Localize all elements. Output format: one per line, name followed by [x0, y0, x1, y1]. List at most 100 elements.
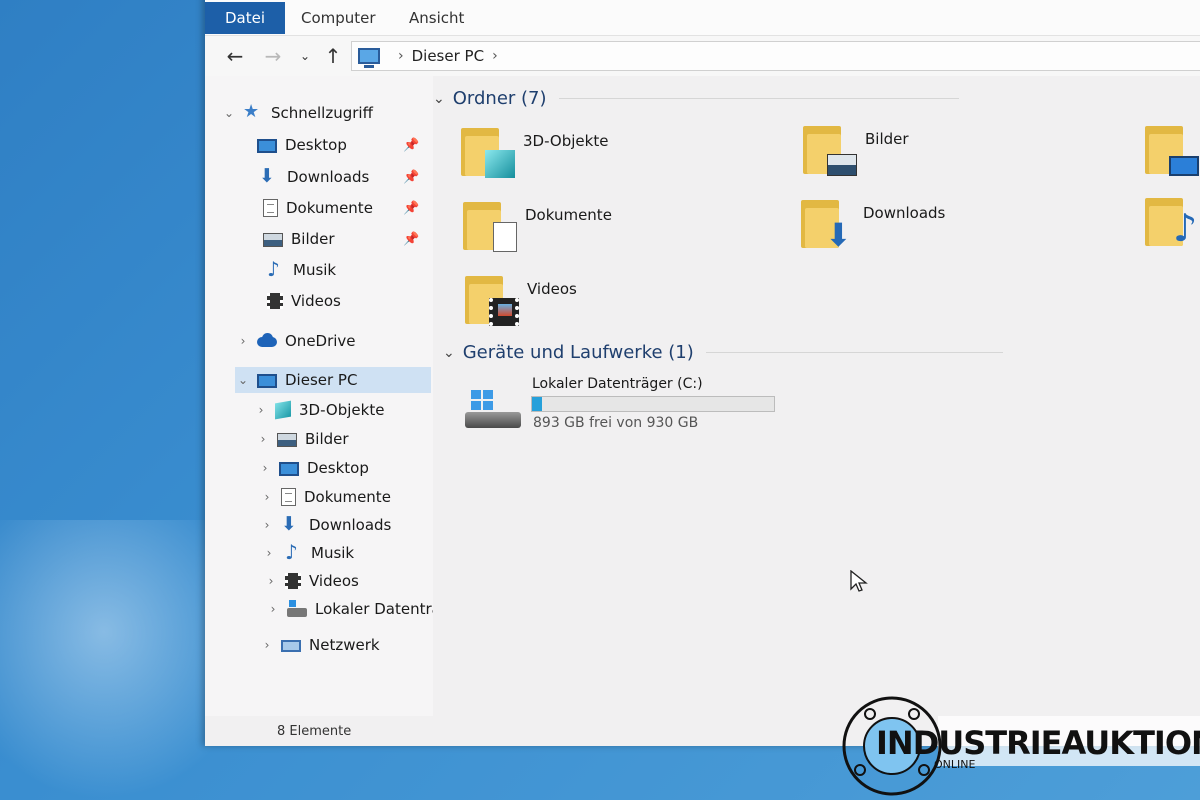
divider [705, 352, 1003, 353]
sidebar-item-bilder[interactable]: Bilder [263, 226, 335, 252]
sidebar-item-label: Musik [293, 261, 337, 279]
chevron-right-icon[interactable]: › [259, 490, 275, 504]
back-arrow-icon[interactable]: ← [221, 42, 249, 70]
watermark-brand: INDUSTRIEAUKTION [876, 724, 1200, 762]
chevron-right-icon[interactable]: › [257, 461, 273, 475]
sidebar-item-label: Videos [291, 292, 341, 310]
pictures-icon [827, 154, 857, 176]
computer-icon [257, 374, 277, 388]
sidebar-item-label: Desktop [307, 459, 369, 477]
sidebar-item-label: Netzwerk [309, 636, 380, 654]
chevron-right-icon[interactable]: › [235, 334, 251, 348]
sidebar-item-pc-dokumente[interactable]: › Dokumente [259, 484, 391, 510]
folder-icon [801, 194, 852, 254]
star-icon [243, 101, 263, 122]
folder-label: Dokumente [525, 206, 612, 224]
chevron-down-icon[interactable]: ⌄ [443, 345, 455, 361]
chevron-right-icon[interactable]: › [259, 638, 275, 652]
tab-datei[interactable]: Datei [205, 2, 286, 34]
sidebar-item-downloads[interactable]: Downloads [259, 164, 369, 190]
sidebar-item-3d-objekte[interactable]: › 3D-Objekte [253, 397, 384, 423]
document-icon [263, 199, 278, 217]
chevron-right-icon[interactable]: › [398, 48, 404, 64]
sidebar-item-label: Downloads [309, 516, 392, 534]
sidebar-item-label: 3D-Objekte [299, 401, 385, 419]
divider [558, 98, 959, 99]
drive-icon [287, 599, 307, 617]
video-icon [489, 298, 519, 326]
sidebar-item-dokumente[interactable]: Dokumente [263, 195, 373, 221]
folder-tile-partial-musik[interactable] [1145, 192, 1197, 250]
tab-computer[interactable]: Computer [281, 2, 396, 34]
chevron-right-icon[interactable]: › [492, 48, 498, 64]
sidebar-item-desktop[interactable]: Desktop [257, 132, 347, 158]
sidebar-item-netzwerk[interactable]: › Netzwerk [259, 632, 380, 658]
chevron-right-icon[interactable]: › [259, 518, 275, 532]
navigation-bar: ← → ⌄ ↑ › Dieser PC › [205, 36, 1200, 76]
folder-icon [463, 196, 517, 252]
folder-tile-partial-desktop[interactable] [1145, 120, 1199, 176]
folder-tile-bilder[interactable]: Bilder [803, 120, 909, 176]
chevron-right-icon[interactable]: › [265, 602, 281, 616]
desktop-icon [279, 462, 299, 476]
sidebar-item-videos[interactable]: Videos [267, 288, 341, 314]
drive-name: Lokaler Datenträger (C:) [532, 376, 703, 392]
sidebar-item-pc-downloads[interactable]: › Downloads [259, 512, 392, 538]
desktop-icon [257, 139, 277, 153]
folder-icon [465, 270, 519, 326]
sidebar-item-schnellzugriff[interactable]: ⌄ Schnellzugriff [221, 100, 373, 126]
chevron-down-icon[interactable]: ⌄ [221, 106, 237, 120]
folder-tile-3d-objekte[interactable]: 3D-Objekte [461, 122, 608, 178]
pictures-icon [277, 433, 297, 447]
chevron-right-icon[interactable]: › [261, 546, 277, 560]
drive-usage-bar [531, 396, 775, 412]
sidebar-item-onedrive[interactable]: › OneDrive [235, 328, 356, 354]
video-icon [285, 573, 301, 589]
music-icon [283, 540, 303, 564]
folder-tile-dokumente[interactable]: Dokumente [463, 196, 612, 252]
group-header-label: Geräte und Laufwerke (1) [462, 342, 694, 363]
file-explorer-window: Datei Computer Ansicht ← → ⌄ ↑ › Dieser … [205, 0, 1200, 746]
address-bar[interactable]: › Dieser PC › [351, 41, 1200, 71]
pictures-icon [263, 233, 283, 247]
item-count: 8 Elemente [277, 724, 352, 739]
sidebar-item-pc-bilder[interactable]: › Bilder [255, 426, 349, 452]
up-arrow-icon[interactable]: ↑ [319, 42, 347, 70]
group-header-geraete[interactable]: ⌄ Geräte und Laufwerke (1) [443, 342, 1003, 363]
folder-label: Bilder [865, 130, 909, 148]
chevron-down-icon[interactable]: ⌄ [433, 91, 445, 107]
chevron-right-icon[interactable]: › [255, 432, 271, 446]
sidebar-item-label: Dieser PC [285, 371, 358, 389]
sidebar-item-label: OneDrive [285, 332, 356, 350]
chevron-down-icon[interactable]: ⌄ [235, 373, 251, 387]
chevron-right-icon[interactable]: › [253, 403, 269, 417]
folder-icon [1145, 120, 1199, 176]
tab-ansicht[interactable]: Ansicht [389, 2, 484, 34]
folder-tile-downloads[interactable]: Downloads [801, 194, 945, 254]
mouse-cursor-icon [850, 569, 868, 598]
music-icon [1169, 206, 1199, 250]
sidebar-item-label: Dokumente [286, 199, 373, 217]
navigation-pane: ⌄ Schnellzugriff Desktop 📌 Downloads 📌 D… [205, 76, 466, 716]
cloud-icon [257, 332, 277, 350]
recent-chevron-down-icon[interactable]: ⌄ [291, 42, 319, 70]
sidebar-item-pc-videos[interactable]: › Videos [263, 568, 359, 594]
sidebar-item-pc-desktop[interactable]: › Desktop [257, 455, 369, 481]
sidebar-item-pc-musik[interactable]: › Musik [261, 540, 355, 566]
cube-icon [485, 150, 515, 178]
pin-icon: 📌 [403, 138, 420, 153]
forward-arrow-icon[interactable]: → [259, 42, 287, 70]
sidebar-item-label: Bilder [305, 430, 349, 448]
sidebar-item-dieser-pc[interactable]: ⌄ Dieser PC [235, 367, 431, 393]
group-header-ordner[interactable]: ⌄ Ordner (7) [433, 88, 993, 109]
breadcrumb-dieser-pc[interactable]: Dieser PC [412, 47, 484, 65]
document-icon [493, 222, 517, 252]
folder-tile-videos[interactable]: Videos [465, 270, 577, 326]
sidebar-item-label: Schnellzugriff [271, 104, 373, 122]
sidebar-item-label: Downloads [287, 168, 370, 186]
drive-usage-fill [532, 397, 542, 411]
sidebar-item-musik[interactable]: Musik [265, 257, 336, 283]
chevron-right-icon[interactable]: › [263, 574, 279, 588]
ribbon: Datei Computer Ansicht [205, 0, 1200, 36]
computer-icon [358, 48, 380, 68]
